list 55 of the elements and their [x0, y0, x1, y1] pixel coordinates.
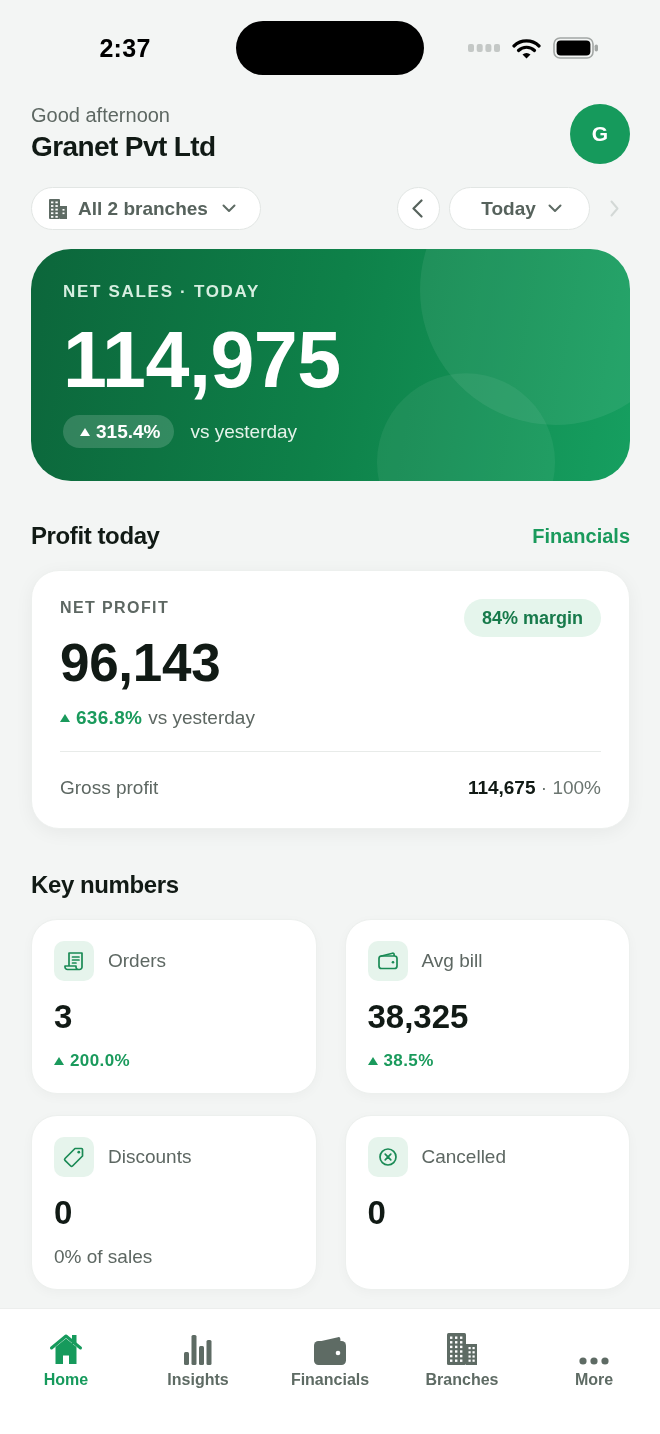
home-icon	[49, 1333, 83, 1365]
chevron-down-icon	[221, 204, 236, 213]
branch-selector[interactable]: All 2 branches	[31, 187, 261, 230]
wifi-icon	[511, 37, 541, 59]
chevron-right-icon	[609, 200, 619, 217]
more-icon	[579, 1357, 609, 1365]
change-percent: 38.5%	[383, 1050, 434, 1072]
previous-period-button[interactable]	[397, 187, 440, 230]
change-percent: 636.8%	[76, 706, 143, 730]
comparison-text: vs yesterday	[148, 706, 255, 730]
metric-note: 0% of sales	[54, 1246, 153, 1268]
card-label: NET SALES · TODAY	[63, 282, 262, 302]
chevron-left-icon	[412, 199, 423, 218]
metric-value: 0	[54, 1194, 74, 1232]
gross-profit-value: 114,675	[467, 777, 536, 798]
metric-label: Orders	[108, 950, 167, 972]
tab-item[interactable]: Branches	[425, 1332, 499, 1390]
receipt-icon	[54, 941, 94, 981]
tab-item[interactable]: Home	[43, 1332, 89, 1390]
margin-badge: 84% margin	[463, 599, 601, 637]
comparison-text: vs yesterday	[190, 420, 298, 443]
buildings-icon	[447, 1333, 477, 1365]
period-selector[interactable]: Today	[449, 187, 590, 230]
financials-link[interactable]: Financials	[532, 524, 630, 548]
tab-item[interactable]: Financials	[290, 1332, 370, 1390]
signal-icon	[467, 44, 500, 52]
change-percent: 315.4%	[96, 420, 161, 443]
section-title: Key numbers	[31, 871, 179, 899]
chevron-down-icon	[547, 204, 562, 213]
metric-label: Avg bill	[421, 950, 483, 972]
building-icon	[48, 197, 68, 220]
gross-profit-share: · 100%	[540, 777, 601, 798]
bar-chart-icon	[184, 1333, 212, 1365]
metric-label: Cancelled	[421, 1146, 506, 1168]
metric-value: 38,325	[367, 998, 470, 1036]
wallet-icon	[367, 941, 408, 981]
metric-value: 3	[54, 998, 74, 1036]
battery-icon	[552, 37, 599, 59]
profile-avatar[interactable]: G	[570, 103, 630, 164]
wallet-icon	[314, 1335, 346, 1365]
greeting-text: Good afternoon	[31, 103, 171, 127]
business-name: Granet Pvt Ltd	[31, 130, 216, 164]
cancel-icon	[367, 1137, 408, 1177]
net-sales-value: 114,975	[63, 320, 342, 400]
section-title: Profit today	[31, 522, 160, 550]
metric-label: Discounts	[108, 1146, 192, 1168]
status-time: 2:37	[99, 33, 151, 63]
metric-value: 0	[367, 1194, 387, 1232]
net-profit-value: 96,143	[60, 635, 222, 691]
tag-icon	[54, 1137, 94, 1177]
tab-item[interactable]: Insights	[167, 1332, 229, 1390]
change-percent: 200.0%	[70, 1050, 131, 1072]
tab-item[interactable]: More	[574, 1332, 614, 1390]
gross-profit-label: Gross profit	[60, 776, 159, 800]
card-label: NET PROFIT	[60, 598, 171, 618]
